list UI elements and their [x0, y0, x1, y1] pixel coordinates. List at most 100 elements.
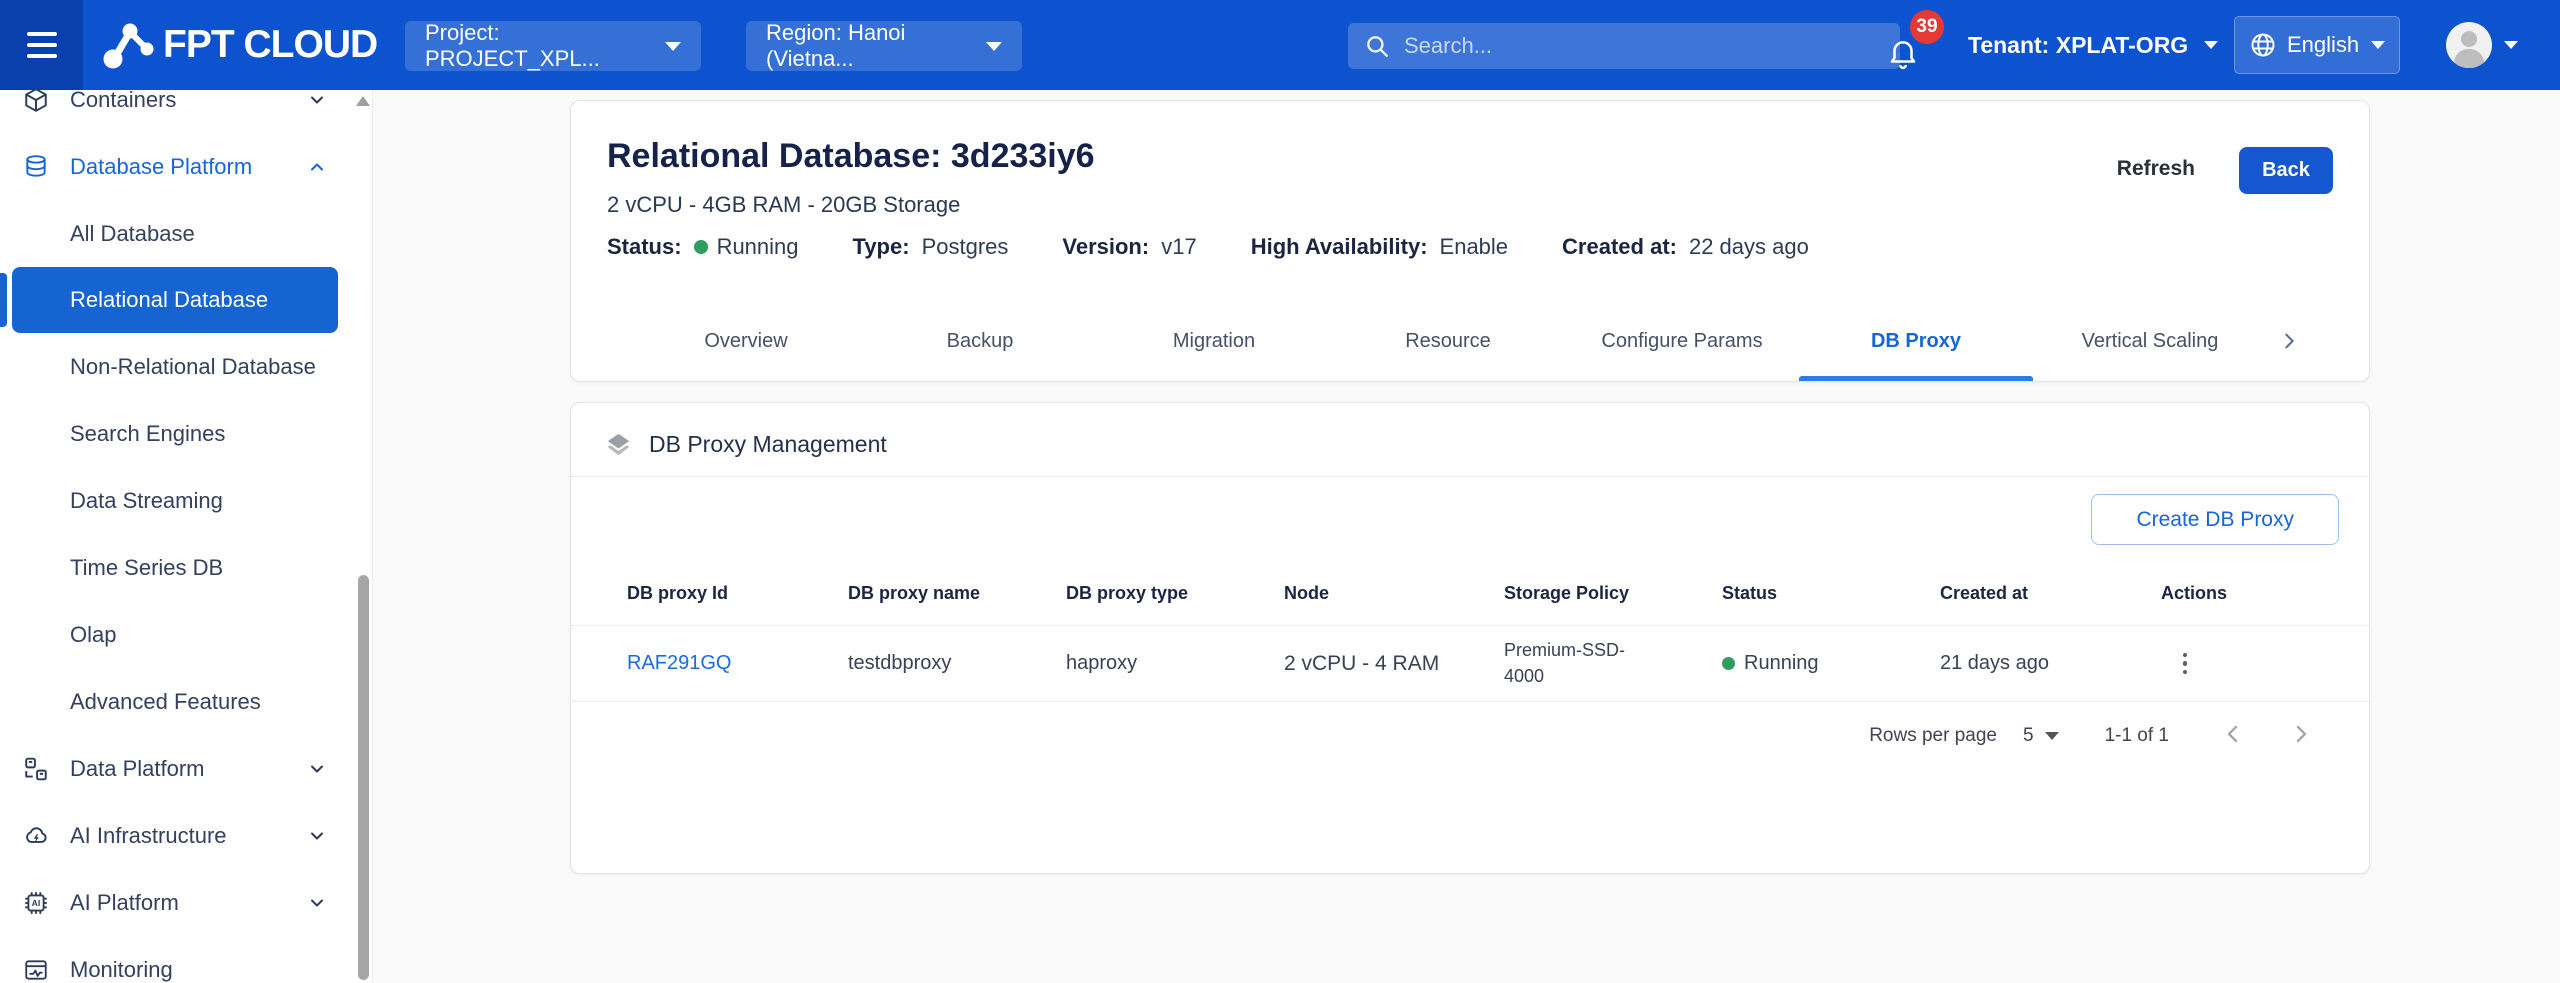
proxy-name-cell: testdbproxy — [848, 652, 1066, 675]
create-db-proxy-button[interactable]: Create DB Proxy — [2091, 494, 2339, 545]
database-header-card: Relational Database: 3d233iy6 2 vCPU - 4… — [570, 100, 2370, 382]
tenant-dropdown[interactable]: Tenant: XPLAT-ORG — [1968, 0, 2218, 90]
col-storage-policy: Storage Policy — [1504, 583, 1722, 604]
tab-db-proxy[interactable]: DB Proxy — [1799, 301, 2033, 381]
pagination-range: 1-1 of 1 — [2105, 725, 2169, 747]
chevron-down-icon — [307, 826, 327, 846]
meta-high-availability: High Availability:Enable — [1251, 234, 1508, 260]
search-icon — [1364, 33, 1390, 59]
sidebar-item-ai-infrastructure[interactable]: AI Infrastructure — [0, 802, 372, 869]
notification-count-badge: 39 — [1910, 10, 1944, 44]
sidebar-item-monitoring[interactable]: Monitoring — [0, 936, 372, 983]
tab-backup[interactable]: Backup — [863, 301, 1097, 381]
proxy-type-cell: haproxy — [1066, 652, 1284, 675]
section-title: DB Proxy Management — [649, 431, 887, 458]
bell-icon — [1886, 36, 1920, 70]
chevron-down-icon — [665, 42, 681, 51]
sidebar-scrollbar-thumb[interactable] — [358, 575, 369, 980]
language-selector[interactable]: English — [2234, 16, 2400, 74]
pagination-next-button[interactable] — [2289, 722, 2313, 749]
hamburger-menu-button[interactable] — [0, 0, 83, 90]
project-dropdown[interactable]: Project: PROJECT_XPL... — [405, 21, 701, 71]
sidebar-item-database-platform[interactable]: Database Platform — [0, 133, 372, 200]
col-db-proxy-id: DB proxy Id — [627, 583, 848, 604]
tab-configure-params[interactable]: Configure Params — [1565, 301, 1799, 381]
chevron-down-icon — [2045, 732, 2059, 740]
table-header-row: DB proxy Id DB proxy name DB proxy type … — [571, 571, 2369, 615]
back-button[interactable]: Back — [2239, 147, 2333, 194]
tab-migration[interactable]: Migration — [1097, 301, 1331, 381]
chevron-down-icon — [307, 90, 327, 110]
sidebar-item-ai-platform[interactable]: AI AI Platform — [0, 869, 372, 936]
sidebar-scrollbar[interactable] — [355, 90, 372, 983]
storage-policy-cell: Premium-SSD-4000 — [1504, 638, 1636, 688]
status-dot-icon — [694, 240, 708, 254]
main-content: Relational Database: 3d233iy6 2 vCPU - 4… — [373, 90, 2560, 983]
col-db-proxy-type: DB proxy type — [1066, 583, 1284, 604]
region-dropdown[interactable]: Region: Hanoi (Vietna... — [746, 21, 1022, 71]
col-actions: Actions — [2161, 583, 2339, 604]
search-input[interactable] — [1404, 33, 1884, 59]
sidebar-item-containers[interactable]: Containers — [0, 90, 372, 133]
status-cell: Running — [1722, 652, 1940, 675]
sidebar-item-non-relational-database[interactable]: Non-Relational Database — [0, 333, 372, 400]
meta-created-at: Created at:22 days ago — [1562, 234, 1809, 260]
svg-text:AI: AI — [32, 898, 41, 908]
tenant-label: Tenant: XPLAT-ORG — [1968, 32, 2188, 59]
layers-icon — [605, 431, 632, 458]
chevron-down-icon — [986, 42, 1002, 51]
sidebar-item-olap[interactable]: Olap — [0, 601, 372, 668]
avatar — [2446, 22, 2492, 68]
chevron-up-icon — [307, 157, 327, 177]
cloud-bolt-icon — [23, 823, 49, 849]
chevron-down-icon — [2504, 41, 2518, 49]
created-at-cell: 21 days ago — [1940, 652, 2161, 675]
database-specs: 2 vCPU - 4GB RAM - 20GB Storage — [607, 192, 1809, 218]
tabs-overflow-chevron-icon[interactable] — [2267, 301, 2311, 381]
tab-resource[interactable]: Resource — [1331, 301, 1565, 381]
meta-version: Version:v17 — [1062, 234, 1196, 260]
status-dot-icon — [1722, 657, 1735, 670]
project-dropdown-label: Project: PROJECT_XPL... — [425, 20, 665, 72]
rows-per-page-label: Rows per page — [1869, 725, 1997, 747]
notifications-button[interactable]: 39 — [1884, 10, 1954, 80]
sidebar-item-data-streaming[interactable]: Data Streaming — [0, 467, 372, 534]
fpt-cloud-logo-icon — [102, 19, 154, 71]
global-search — [1348, 23, 1900, 69]
pagination-prev-button[interactable] — [2221, 722, 2245, 749]
db-proxy-card: DB Proxy Management Create DB Proxy DB p… — [570, 402, 2370, 874]
detail-tabs: Overview Backup Migration Resource Confi… — [629, 301, 2311, 381]
sidebar-item-all-database[interactable]: All Database — [0, 200, 372, 267]
sidebar-item-data-platform[interactable]: Data Platform — [0, 735, 372, 802]
top-navbar: FPT CLOUD Project: PROJECT_XPL... Region… — [0, 0, 2560, 90]
monitoring-icon — [23, 957, 49, 983]
pagination: Rows per page 5 1-1 of 1 — [571, 702, 2369, 749]
database-meta-row: Status:Running Type:Postgres Version:v17… — [607, 234, 1809, 260]
brand-title: FPT CLOUD — [163, 0, 377, 90]
tab-vertical-scaling[interactable]: Vertical Scaling — [2033, 301, 2267, 381]
col-status: Status — [1722, 583, 1940, 604]
language-label: English — [2287, 32, 2359, 58]
sidebar-item-time-series-db[interactable]: Time Series DB — [0, 534, 372, 601]
node-cell: 2 vCPU - 4 RAM — [1284, 652, 1504, 676]
scrollbar-up-arrow-icon[interactable] — [356, 96, 370, 106]
chevron-down-icon — [2204, 41, 2218, 49]
region-dropdown-label: Region: Hanoi (Vietna... — [766, 20, 986, 72]
row-actions-kebab-button[interactable] — [2165, 644, 2205, 684]
sidebar-item-search-engines[interactable]: Search Engines — [0, 400, 372, 467]
meta-status: Status:Running — [607, 234, 799, 260]
chevron-down-icon — [307, 893, 327, 913]
rows-per-page-select[interactable]: 5 — [2023, 725, 2059, 747]
refresh-button[interactable]: Refresh — [2117, 147, 2195, 191]
proxy-id-link[interactable]: RAF291GQ — [627, 652, 848, 675]
sidebar-item-relational-database[interactable]: Relational Database — [12, 267, 338, 333]
database-icon — [23, 154, 49, 180]
meta-type: Type:Postgres — [853, 234, 1009, 260]
sidebar-item-advanced-features[interactable]: Advanced Features — [0, 668, 372, 735]
user-menu[interactable] — [2446, 0, 2518, 90]
chevron-down-icon — [2371, 41, 2385, 49]
servers-icon — [23, 756, 49, 782]
col-created-at: Created at — [1940, 583, 2161, 604]
tab-overview[interactable]: Overview — [629, 301, 863, 381]
chevron-down-icon — [307, 759, 327, 779]
